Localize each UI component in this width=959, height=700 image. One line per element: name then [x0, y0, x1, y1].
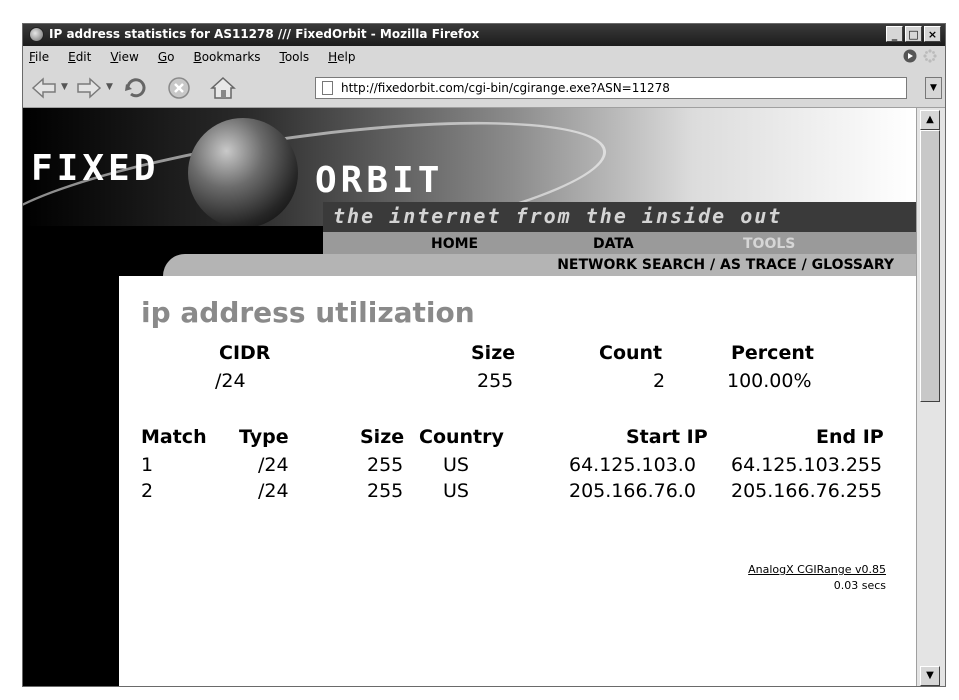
url-dropdown-button[interactable]: ▼ — [925, 77, 942, 99]
menu-view[interactable]: View — [110, 50, 138, 64]
firefox-icon — [29, 27, 44, 42]
close-button[interactable]: × — [924, 26, 941, 42]
stop-icon[interactable] — [166, 76, 192, 100]
detail-row-2-start-ip: 205.166.76.0 — [569, 480, 696, 502]
url-bar[interactable]: http://fixedorbit.com/cgi-bin/cgirange.e… — [315, 77, 907, 99]
page-title: ip address utilization — [141, 296, 475, 329]
logo-orbit[interactable]: ORBIT — [315, 160, 443, 201]
logo-fixed[interactable]: FIXED — [31, 148, 159, 189]
main-panel: ip address utilization CIDR Size Count P… — [119, 276, 916, 686]
back-arrow-icon[interactable] — [31, 76, 57, 100]
secondary-nav: NETWORK SEARCH / AS TRACE / GLOSSARY — [163, 254, 916, 276]
throbber-icon — [923, 49, 937, 63]
page-content: FIXED ORBIT the internet from the inside… — [23, 108, 916, 686]
scroll-up-button[interactable]: ▲ — [920, 110, 940, 130]
menu-bookmarks[interactable]: Bookmarks — [193, 50, 260, 64]
detail-row-1-match: 1 — [141, 454, 154, 476]
nav-tools[interactable]: TOOLS — [743, 236, 795, 252]
detail-row-1-start-ip: 64.125.103.0 — [569, 454, 696, 476]
page-icon — [322, 81, 333, 95]
reload-icon[interactable] — [123, 76, 149, 100]
detail-row-1-end-ip: 64.125.103.255 — [731, 454, 883, 476]
detail-row-2-country: US — [443, 480, 469, 502]
forward-dropdown-icon[interactable]: ▼ — [106, 82, 113, 92]
go-icon[interactable] — [903, 49, 917, 63]
detail-header-end-ip: End IP — [816, 426, 884, 448]
forward-arrow-icon[interactable] — [76, 76, 102, 100]
detail-header-match: Match — [141, 426, 207, 448]
globe-graphic — [188, 118, 298, 226]
detail-header-size: Size — [360, 426, 405, 448]
secondary-nav-links[interactable]: NETWORK SEARCH / AS TRACE / GLOSSARY — [557, 257, 894, 273]
scroll-thumb[interactable] — [920, 130, 940, 402]
summary-count-value: 2 — [653, 370, 666, 392]
nav-home[interactable]: HOME — [431, 236, 478, 252]
title-bar: IP address statistics for AS11278 /// Fi… — [23, 24, 945, 46]
nav-data[interactable]: DATA — [593, 236, 634, 252]
summary-header-count: Count — [599, 342, 663, 364]
menu-file[interactable]: File — [29, 50, 49, 64]
back-dropdown-icon[interactable]: ▼ — [61, 82, 68, 92]
menu-edit[interactable]: Edit — [68, 50, 91, 64]
menu-right-icons — [903, 49, 937, 63]
detail-header-country: Country — [419, 426, 504, 448]
menu-tools[interactable]: Tools — [280, 50, 310, 64]
minimize-button[interactable]: _ — [886, 26, 903, 42]
summary-header-cidr: CIDR — [219, 342, 271, 364]
site-tagline: the internet from the inside out — [333, 204, 783, 228]
summary-percent-value: 100.00% — [727, 370, 812, 392]
detail-row-1-size: 255 — [367, 454, 404, 476]
summary-cidr-value: /24 — [215, 370, 246, 392]
detail-row-2-type: /24 — [258, 480, 289, 502]
menu-go[interactable]: Go — [158, 50, 175, 64]
menu-list: File Edit View Go Bookmarks Tools Help — [29, 50, 355, 64]
url-text[interactable]: http://fixedorbit.com/cgi-bin/cgirange.e… — [341, 81, 670, 95]
detail-header-start-ip: Start IP — [626, 426, 708, 448]
detail-row-2-match: 2 — [141, 480, 154, 502]
browser-window: IP address statistics for AS11278 /// Fi… — [22, 23, 946, 687]
detail-row-2-size: 255 — [367, 480, 404, 502]
summary-header-percent: Percent — [731, 342, 814, 364]
primary-nav: HOME DATA TOOLS — [323, 232, 916, 254]
detail-row-1-type: /24 — [258, 454, 289, 476]
scroll-down-button[interactable]: ▼ — [920, 666, 940, 686]
home-icon[interactable] — [210, 76, 236, 100]
navigation-toolbar: ▼ ▼ http://fixedorbit.com/cgi-bin/cgiran… — [23, 68, 945, 108]
window-controls: _ □ × — [886, 26, 941, 42]
vertical-scrollbar[interactable]: ▲ ▼ — [916, 108, 945, 686]
window-title: IP address statistics for AS11278 /// Fi… — [49, 27, 480, 41]
analogx-link[interactable]: AnalogX CGIRange v0.85 — [748, 563, 886, 576]
menu-bar: File Edit View Go Bookmarks Tools Help — [23, 46, 945, 68]
detail-row-2-end-ip: 205.166.76.255 — [731, 480, 883, 502]
detail-header-type: Type — [239, 426, 289, 448]
elapsed-time: 0.03 secs — [833, 579, 886, 592]
maximize-button[interactable]: □ — [905, 26, 922, 42]
detail-row-1-country: US — [443, 454, 469, 476]
menu-help[interactable]: Help — [328, 50, 355, 64]
summary-header-size: Size — [471, 342, 516, 364]
summary-size-value: 255 — [477, 370, 514, 392]
